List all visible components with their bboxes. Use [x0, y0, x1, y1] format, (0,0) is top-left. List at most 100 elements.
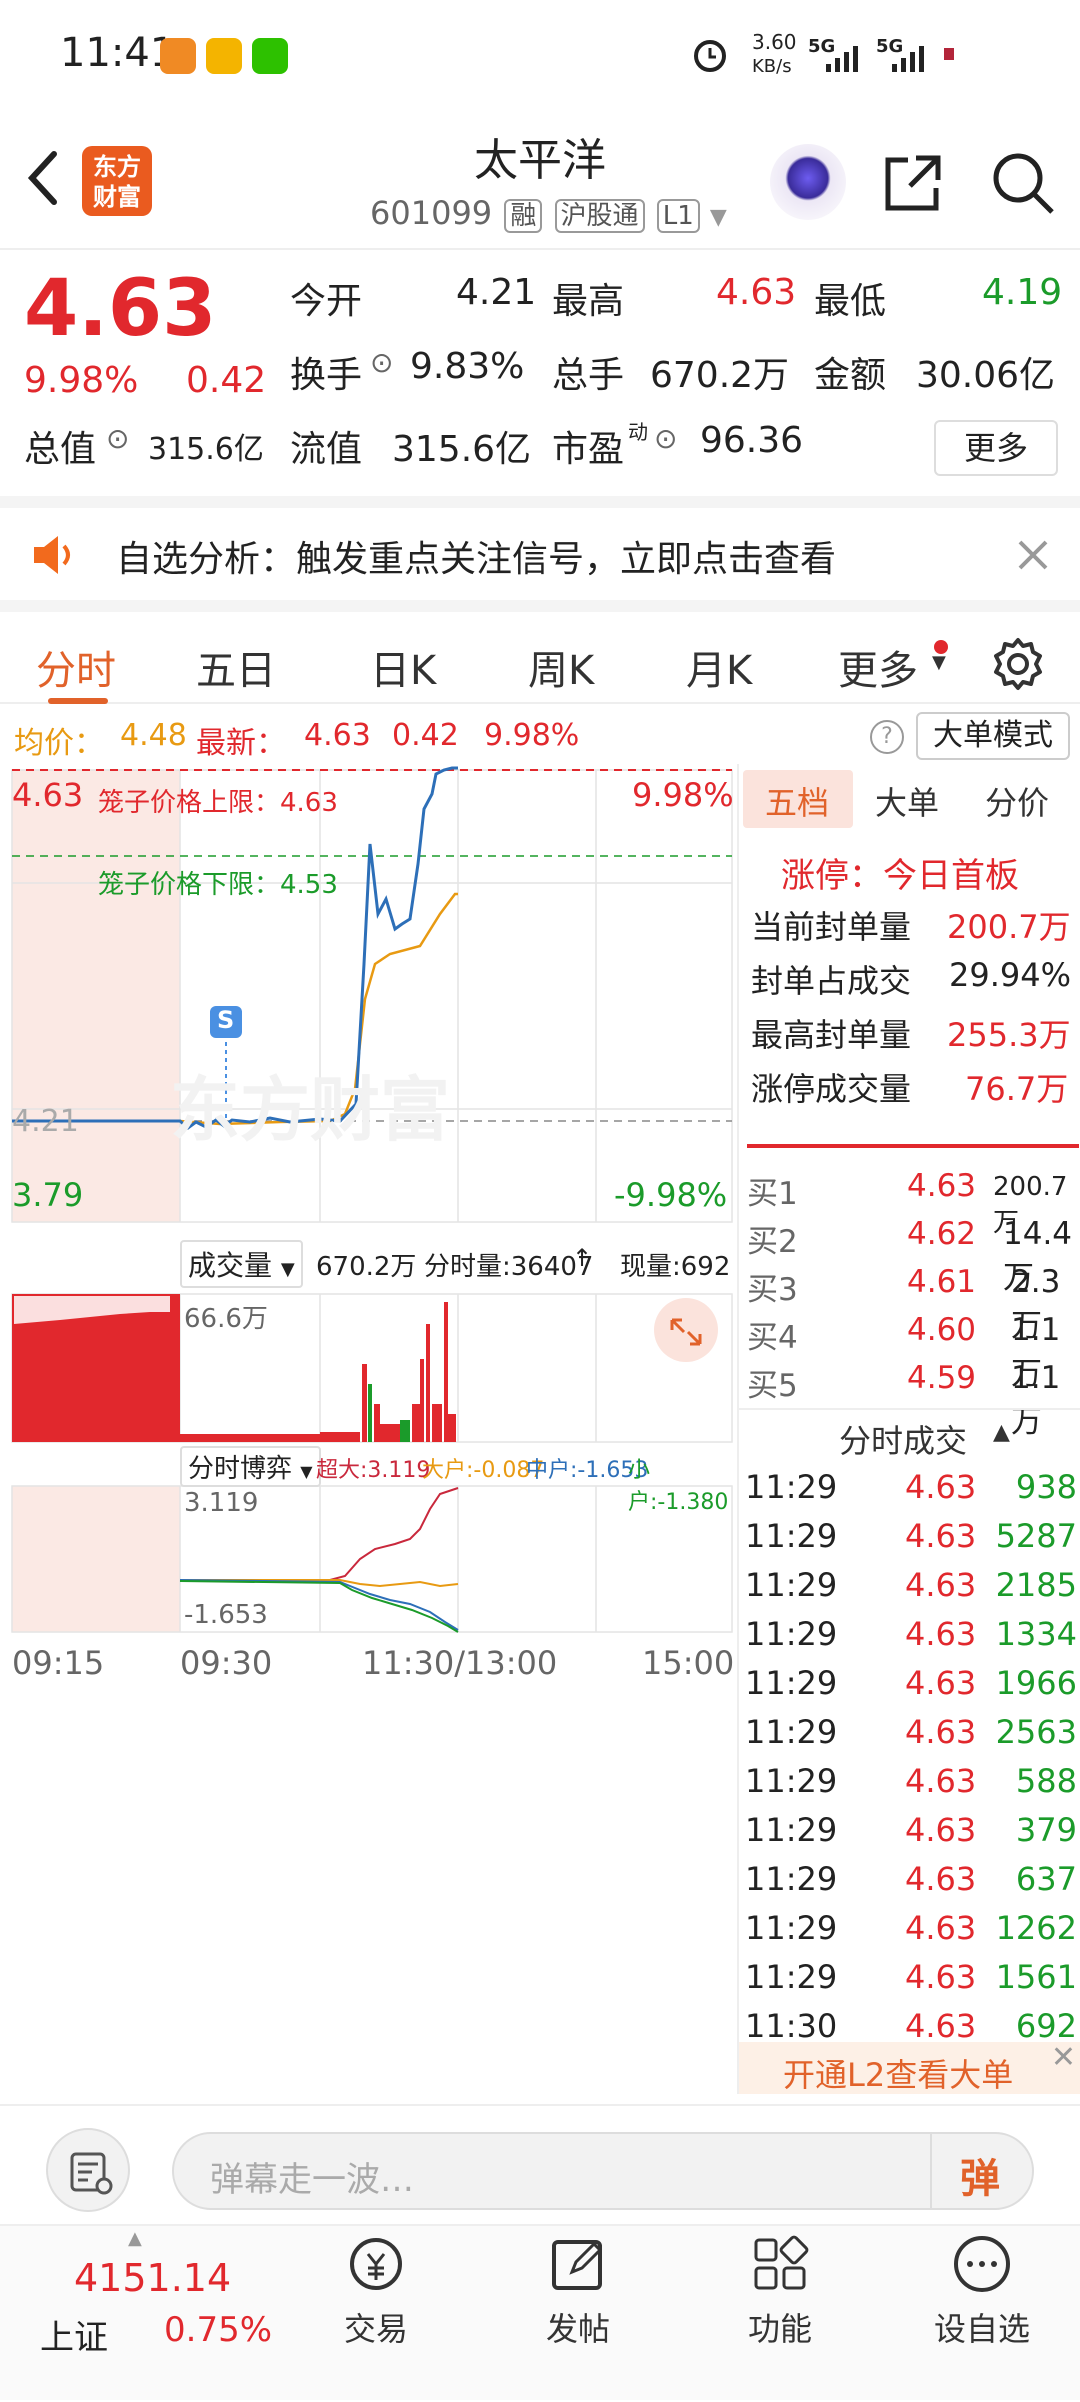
stat-value: 76.7万	[965, 1070, 1069, 1108]
dropdown-icon: ▼	[300, 1462, 313, 1481]
expand-icon[interactable]	[654, 1298, 718, 1362]
time-label-open: 09:15	[12, 1644, 105, 1682]
chart-bottom-price: 3.79	[12, 1176, 84, 1214]
trades-title[interactable]: 分时成交	[839, 1416, 967, 1462]
trade-row: 11:29 4.63 938	[745, 1468, 1077, 1506]
trade-row: 11:29 4.63 2185	[745, 1566, 1077, 1604]
help-icon[interactable]: ?	[870, 720, 904, 754]
period-tabs: 分时 五日 日K 周K 月K 更多 ▼	[0, 600, 1080, 704]
nav-functions[interactable]: 功能	[720, 2232, 840, 2350]
more-dropdown-icon[interactable]: ▼	[932, 652, 946, 673]
index-widget[interactable]: ▲ 4151.14 上证 0.75%	[0, 2226, 300, 2402]
intraday-chart-area[interactable]: 4.63 笼子价格上限：4.63 9.98% 笼子价格下限：4.53 4.21 …	[0, 764, 735, 2094]
order-book-row[interactable]: 买1 4.63 200.7万	[747, 1162, 1075, 1238]
order-book-row[interactable]: 买3 4.61 2.3万	[747, 1258, 1075, 1344]
danmaku-input[interactable]: 弹幕走一波…	[172, 2132, 1034, 2210]
game-super-label: 超大:3.119	[316, 1458, 431, 1483]
dropdown-icon: ▼	[280, 1259, 295, 1280]
alarm-icon	[694, 40, 726, 72]
more-button[interactable]: 更多	[934, 420, 1058, 476]
l2-upgrade-banner[interactable]: 开通L2查看大单 ✕	[739, 2040, 1080, 2094]
stock-header: 东方 财富 太平洋 601099 融 沪股通 L1 ▼	[0, 110, 1080, 250]
info-icon[interactable]: ⊙	[654, 422, 677, 455]
sort-up-icon[interactable]: ▲	[993, 1420, 1010, 1445]
turnover-label: 换手	[290, 355, 363, 396]
stat-value: 255.3万	[947, 1016, 1071, 1054]
net-unit: KB/s	[752, 56, 792, 77]
open-label: 今开	[290, 281, 363, 322]
up-caret-icon: ▲	[128, 2228, 142, 2249]
notification-dot	[934, 640, 948, 654]
tab-big-order[interactable]: 大单	[875, 778, 939, 824]
market-cap-label: 总值	[24, 429, 97, 470]
chart-mid-price: 4.21	[12, 1104, 79, 1139]
stock-code-row[interactable]: 601099 融 沪股通 L1 ▼	[370, 194, 727, 233]
latest-change: 0.42	[392, 718, 459, 753]
pe-value: 96.36	[700, 420, 804, 461]
time-label-close: 15:00	[642, 1644, 735, 1682]
panel-divider	[747, 1144, 1079, 1148]
change-amount: 0.42	[186, 360, 267, 401]
status-bar: 11:41 3.60 KB/s 5G 5G	[0, 0, 1080, 110]
volume-value: 670.2万	[650, 355, 790, 396]
wechat-icon	[252, 38, 288, 74]
app-notification-icon	[160, 38, 196, 74]
trade-row: 11:29 4.63 5287	[745, 1517, 1077, 1555]
share-icon[interactable]	[882, 152, 944, 214]
index-percent: 0.75%	[164, 2310, 273, 2350]
dropdown-icon[interactable]: ▼	[710, 205, 727, 230]
banner-close-icon[interactable]: ✕	[1051, 2040, 1076, 2075]
big-order-mode-button[interactable]: 大单模式	[916, 712, 1070, 760]
tab-price-distribution[interactable]: 分价	[985, 778, 1049, 824]
lower-limit-label: 笼子价格下限：4.53	[98, 870, 338, 900]
tab-five-day[interactable]: 五日	[196, 638, 276, 696]
nav-trade[interactable]: 交易	[316, 2232, 436, 2350]
tab-month-k[interactable]: 月K	[686, 638, 752, 696]
trade-row: 11:29 4.63 1334	[745, 1615, 1077, 1653]
trade-row: 11:29 4.63 1561	[745, 1958, 1077, 1996]
volume-now: 现量:692	[620, 1252, 731, 1282]
status-time: 11:41	[60, 30, 176, 76]
intraday-chart-svg[interactable]	[0, 764, 735, 2094]
float-cap-value: 315.6亿	[392, 429, 532, 470]
order-book-row[interactable]: 买4 4.60 1.1万	[747, 1306, 1075, 1392]
trade-row: 11:29 4.63 1966	[745, 1664, 1077, 1702]
index-name: 上证	[40, 2318, 108, 2358]
nav-add-watchlist[interactable]: 设自选	[922, 2232, 1042, 2350]
danmaku-settings-button[interactable]	[46, 2128, 130, 2212]
margin-tag: 融	[504, 199, 543, 233]
game-selector[interactable]: 分时博弈 ▼	[180, 1446, 321, 1487]
notice-bar[interactable]: 自选分析：触发重点关注信号，立即点击查看	[0, 496, 1080, 600]
tab-more[interactable]: 更多	[838, 638, 918, 696]
order-book-row[interactable]: 买5 4.59 1.1万	[747, 1354, 1075, 1440]
nav-post[interactable]: 发帖	[518, 2232, 638, 2350]
search-icon[interactable]	[990, 150, 1056, 216]
high-value: 4.63	[716, 272, 797, 313]
info-icon[interactable]: ⊙	[106, 422, 129, 455]
game-small-label: 小户:-1.380	[628, 1458, 729, 1515]
tab-intraday[interactable]: 分时	[36, 638, 116, 696]
tab-week-k[interactable]: 周K	[528, 638, 594, 696]
speaker-icon	[34, 536, 70, 574]
danmaku-send-button[interactable]: 弹	[930, 2132, 1034, 2210]
volume-selector[interactable]: 成交量 ▼	[180, 1240, 303, 1288]
chart-watermark: 东方财富	[170, 1069, 450, 1151]
tab-day-k[interactable]: 日K	[370, 638, 436, 696]
order-book-row[interactable]: 买2 4.62 14.4万	[747, 1210, 1075, 1296]
notice-text: 自选分析：触发重点关注信号，立即点击查看	[116, 539, 837, 580]
trade-row: 11:29 4.63 1262	[745, 1909, 1077, 1947]
trade-row: 11:29 4.63 637	[745, 1860, 1077, 1898]
game-top-label: 3.119	[184, 1488, 259, 1518]
close-icon[interactable]	[1016, 538, 1050, 572]
info-icon[interactable]: ⊙	[370, 346, 393, 379]
volume-header: 成交量 ▼ 670.2万 分时量:36407 ↑ 现量:692	[180, 1236, 732, 1288]
latest-percent: 9.98%	[484, 718, 580, 753]
settings-gear-icon[interactable]	[990, 636, 1046, 692]
net-speed: 3.60	[752, 30, 797, 54]
danmaku-settings-icon	[70, 2152, 113, 2195]
panel-divider-thin	[739, 1408, 1080, 1410]
stat-label: 最高封单量	[751, 1016, 912, 1054]
ai-assistant-icon[interactable]	[770, 144, 846, 220]
volume-tick: 分时量:36407	[424, 1252, 594, 1282]
volume-label: 总手	[552, 355, 625, 396]
